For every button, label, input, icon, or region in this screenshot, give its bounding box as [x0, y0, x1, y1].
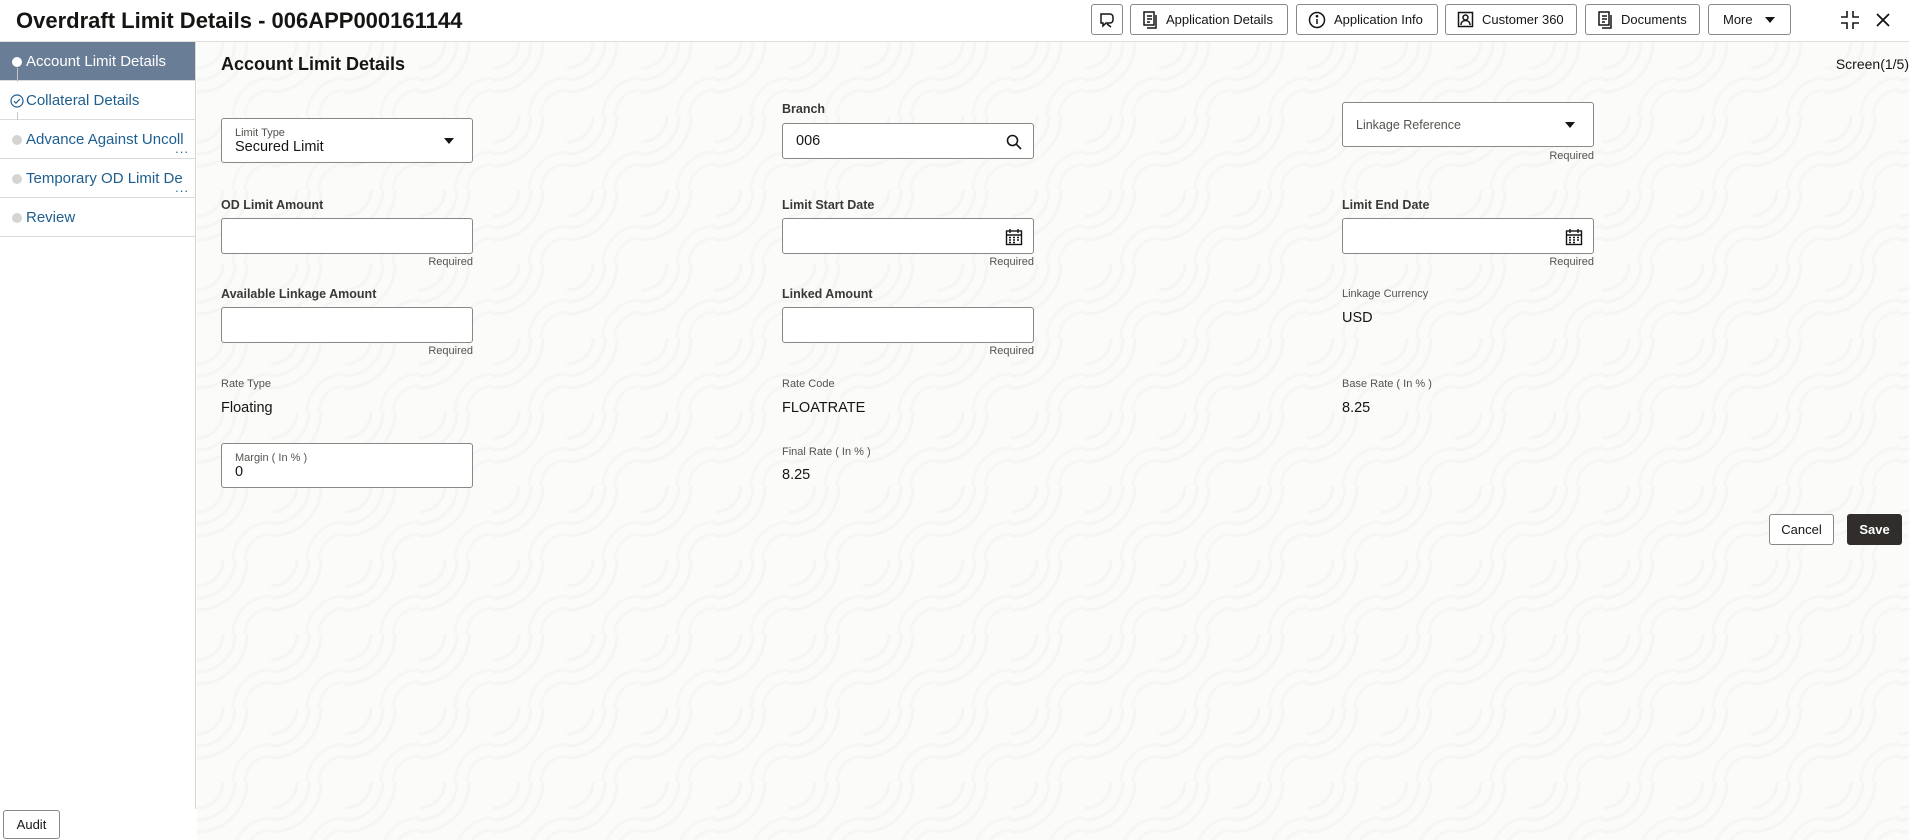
documents-icon: [1598, 10, 1612, 29]
linked-amount-label: Linked Amount: [782, 287, 873, 301]
section-title: Account Limit Details: [221, 54, 406, 74]
base-rate-label: Base Rate ( In % ): [1342, 378, 1432, 390]
application-details-button[interactable]: Application Details: [1130, 4, 1288, 35]
limit-end-date-input[interactable]: [1342, 218, 1594, 254]
od-limit-amount-label: OD Limit Amount: [221, 198, 324, 212]
rate-code-value: FLOATRATE: [782, 400, 866, 416]
step-active-icon: [12, 57, 22, 67]
required-hint: Required: [1549, 150, 1594, 162]
branch-label: Branch: [782, 102, 826, 116]
save-button[interactable]: Save: [1847, 514, 1902, 545]
more-ellipsis: ...: [175, 141, 189, 156]
application-info-button[interactable]: Application Info: [1296, 4, 1438, 35]
customer-360-label: Customer 360: [1482, 12, 1564, 27]
more-ellipsis: ...: [175, 180, 189, 195]
required-hint: Required: [428, 345, 473, 357]
sidebar-item-label: Collateral Details: [26, 91, 140, 109]
sidebar-item-collateral-details[interactable]: Collateral Details: [0, 81, 195, 120]
sidebar-item-account-limit-details[interactable]: Account Limit Details: [0, 42, 195, 81]
main-content: Account Limit Details Screen(1/5) Limit …: [197, 42, 1909, 840]
wizard-steps-sidebar: Account Limit Details Collateral Details…: [0, 42, 196, 809]
minimize-icon: [1841, 11, 1859, 29]
linked-amount-input[interactable]: [782, 307, 1034, 343]
limit-type-value: Secured Limit: [235, 139, 324, 155]
final-rate-label: Final Rate ( In % ): [782, 446, 871, 458]
limit-end-date-label: Limit End Date: [1342, 198, 1430, 212]
application-details-label: Application Details: [1166, 12, 1273, 27]
document-icon: [1143, 10, 1157, 29]
od-limit-amount-input[interactable]: [221, 218, 473, 254]
step-pending-icon: [12, 174, 22, 184]
margin-input[interactable]: Margin ( In % ) 0: [221, 443, 473, 488]
chat-button[interactable]: [1091, 4, 1123, 35]
calendar-icon[interactable]: [1564, 227, 1584, 247]
required-hint: Required: [989, 256, 1034, 268]
caret-down-icon: [444, 137, 454, 144]
available-linkage-amount-label: Available Linkage Amount: [221, 287, 377, 301]
audit-button[interactable]: Audit: [3, 810, 60, 839]
available-linkage-amount-input[interactable]: [221, 307, 473, 343]
more-label: More: [1723, 12, 1753, 27]
sidebar-item-label: Review: [26, 208, 76, 226]
sidebar-item-label: Advance Against Uncoll: [26, 130, 184, 148]
rate-type-label: Rate Type: [221, 378, 271, 390]
sidebar-item-label: Account Limit Details: [26, 52, 167, 70]
person-card-icon: [1457, 11, 1474, 28]
limit-type-label: Limit Type: [235, 127, 285, 139]
page-title: Overdraft Limit Details - 006APP00016114…: [16, 8, 463, 33]
margin-label: Margin ( In % ): [235, 452, 308, 464]
chevron-down-icon: [1765, 16, 1775, 23]
base-rate-value: 8.25: [1342, 400, 1371, 416]
sidebar-item-review[interactable]: Review: [0, 198, 195, 237]
calendar-icon[interactable]: [1004, 227, 1024, 247]
more-button[interactable]: More: [1708, 4, 1791, 35]
cancel-button[interactable]: Cancel: [1769, 514, 1834, 545]
step-pending-icon: [12, 135, 22, 145]
close-icon: [1876, 13, 1890, 27]
rate-code-label: Rate Code: [782, 378, 835, 390]
required-hint: Required: [1549, 256, 1594, 268]
margin-value: 0: [235, 464, 244, 480]
info-icon: [1308, 11, 1326, 28]
linkage-reference-select[interactable]: Linkage Reference: [1342, 102, 1594, 147]
caret-down-icon: [1565, 121, 1575, 128]
required-hint: Required: [989, 345, 1034, 357]
required-hint: Required: [428, 256, 473, 268]
limit-start-date-input[interactable]: [782, 218, 1034, 254]
final-rate-value: 8.25: [782, 467, 811, 483]
documents-label: Documents: [1621, 12, 1687, 27]
limit-type-select[interactable]: Limit Type Secured Limit: [221, 118, 473, 163]
close-button[interactable]: [1872, 9, 1894, 31]
linkage-currency-label: Linkage Currency: [1342, 288, 1429, 300]
customer-360-button[interactable]: Customer 360: [1445, 4, 1577, 35]
chat-icon: [1100, 12, 1114, 28]
branch-value: 006: [796, 133, 821, 149]
step-connector: [17, 68, 18, 82]
sidebar-item-temporary-od-limit[interactable]: Temporary OD Limit De ...: [0, 159, 195, 198]
search-icon[interactable]: [1004, 132, 1024, 152]
linkage-reference-label: Linkage Reference: [1356, 118, 1461, 132]
screen-indicator: Screen(1/5): [1835, 56, 1909, 72]
application-info-label: Application Info: [1334, 12, 1423, 27]
documents-button[interactable]: Documents: [1585, 4, 1700, 35]
limit-start-date-label: Limit Start Date: [782, 198, 875, 212]
branch-input[interactable]: 006: [782, 123, 1034, 159]
check-circle-icon: [10, 94, 24, 108]
linkage-currency-value: USD: [1342, 310, 1373, 326]
sidebar-item-advance-against-uncollected[interactable]: Advance Against Uncoll ...: [0, 120, 195, 159]
minimize-button[interactable]: [1839, 9, 1861, 31]
rate-type-value: Floating: [221, 400, 273, 416]
sidebar-item-label: Temporary OD Limit De: [26, 169, 183, 187]
page-header: Overdraft Limit Details - 006APP00016114…: [0, 0, 1909, 42]
step-pending-icon: [12, 213, 22, 223]
step-connector: [17, 112, 18, 120]
